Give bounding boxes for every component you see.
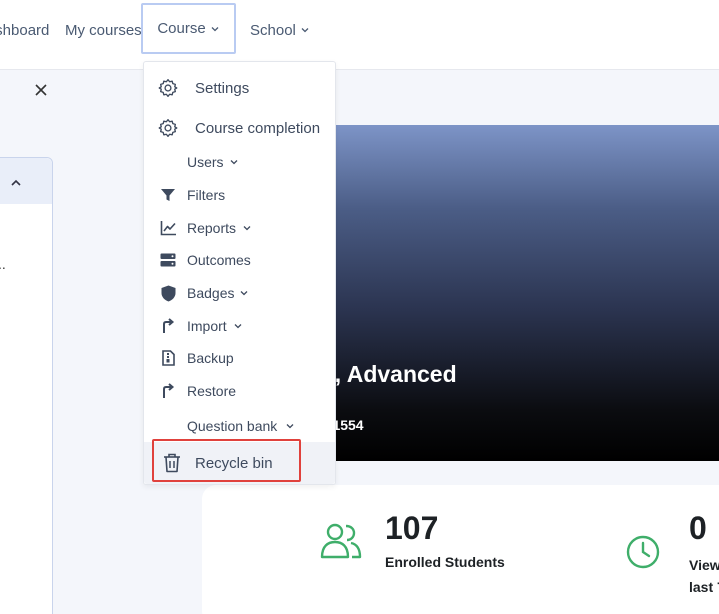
chart-line-icon [158, 218, 178, 238]
views-count: 0 [689, 510, 707, 546]
menu-item-label: Backup [187, 350, 234, 366]
section-header[interactable] [0, 158, 52, 204]
nav-dashboard-label: Dashboard [0, 21, 50, 39]
page: Dashboard My courses Course School .. [0, 0, 719, 614]
menu-item-restore[interactable]: Restore [144, 376, 335, 406]
course-dropdown-menu: Settings Course completion Users Filters [143, 61, 336, 485]
course-index-panel [0, 157, 53, 614]
chevron-down-icon [285, 418, 295, 434]
course-hero-banner: s, Advanced d 1554 [320, 125, 719, 461]
clock-icon [625, 534, 661, 575]
nav-dashboard[interactable]: Dashboard [0, 0, 49, 60]
enrolled-count: 107 [385, 510, 439, 546]
chevron-down-icon [229, 154, 239, 170]
menu-item-label: Badges [187, 285, 235, 301]
file-archive-icon [158, 348, 178, 368]
top-navigation: Dashboard My courses Course School [0, 0, 719, 70]
filter-icon [158, 185, 178, 205]
menu-item-badges[interactable]: Badges [144, 278, 335, 308]
nav-my-courses-label: My courses [65, 21, 142, 39]
arrow-up-icon [158, 381, 178, 401]
menu-item-label: Question bank [187, 418, 278, 434]
chevron-down-icon [239, 285, 249, 301]
views-label: View last 7 [689, 554, 719, 598]
menu-item-reports[interactable]: Reports [144, 213, 335, 243]
menu-item-filters[interactable]: Filters [144, 180, 335, 210]
chevron-down-icon [233, 318, 243, 334]
course-title: s, Advanced [322, 361, 457, 387]
menu-item-label: Import [187, 318, 227, 334]
nav-course[interactable]: Course [141, 3, 236, 54]
server-icon [158, 250, 178, 270]
highlight-annotation [152, 439, 301, 482]
menu-item-label: Reports [187, 220, 237, 236]
chevron-down-icon [300, 25, 310, 35]
menu-item-users[interactable]: Users [144, 147, 335, 177]
chevron-down-icon [242, 220, 252, 236]
close-drawer-icon[interactable] [33, 82, 49, 98]
menu-item-course-completion[interactable]: Course completion [144, 113, 335, 143]
users-icon [320, 522, 362, 565]
views-label-line2: last 7 [689, 579, 719, 595]
menu-item-settings[interactable]: Settings [144, 73, 335, 103]
nav-school-label: School [250, 21, 296, 39]
shield-icon [158, 283, 178, 303]
gear-icon [158, 78, 178, 98]
menu-item-question-bank[interactable]: Question bank [144, 411, 335, 441]
views-label-line1: View [689, 557, 719, 573]
nav-my-courses[interactable]: My courses [65, 0, 142, 60]
enrolled-label: Enrolled Students [385, 554, 505, 570]
menu-item-backup[interactable]: Backup [144, 343, 335, 373]
arrow-up-icon [158, 316, 178, 336]
chevron-down-icon [210, 24, 220, 34]
nav-course-label: Course [157, 20, 206, 37]
gear-icon [158, 118, 178, 138]
menu-item-label: Filters [187, 187, 226, 203]
course-stats-card: 107 Enrolled Students 0 View last 7 [202, 485, 719, 614]
menu-item-outcomes[interactable]: Outcomes [144, 245, 335, 275]
menu-item-label: Settings [195, 79, 250, 97]
menu-item-label: Course completion [195, 119, 321, 137]
menu-item-label: Outcomes [187, 252, 251, 268]
chevron-up-icon [10, 175, 22, 193]
menu-item-label: Users [187, 154, 224, 170]
nav-school[interactable]: School [250, 0, 310, 60]
menu-item-import[interactable]: Import [144, 311, 335, 341]
menu-item-label: Restore [187, 383, 237, 399]
truncated-item: .. [0, 256, 6, 272]
